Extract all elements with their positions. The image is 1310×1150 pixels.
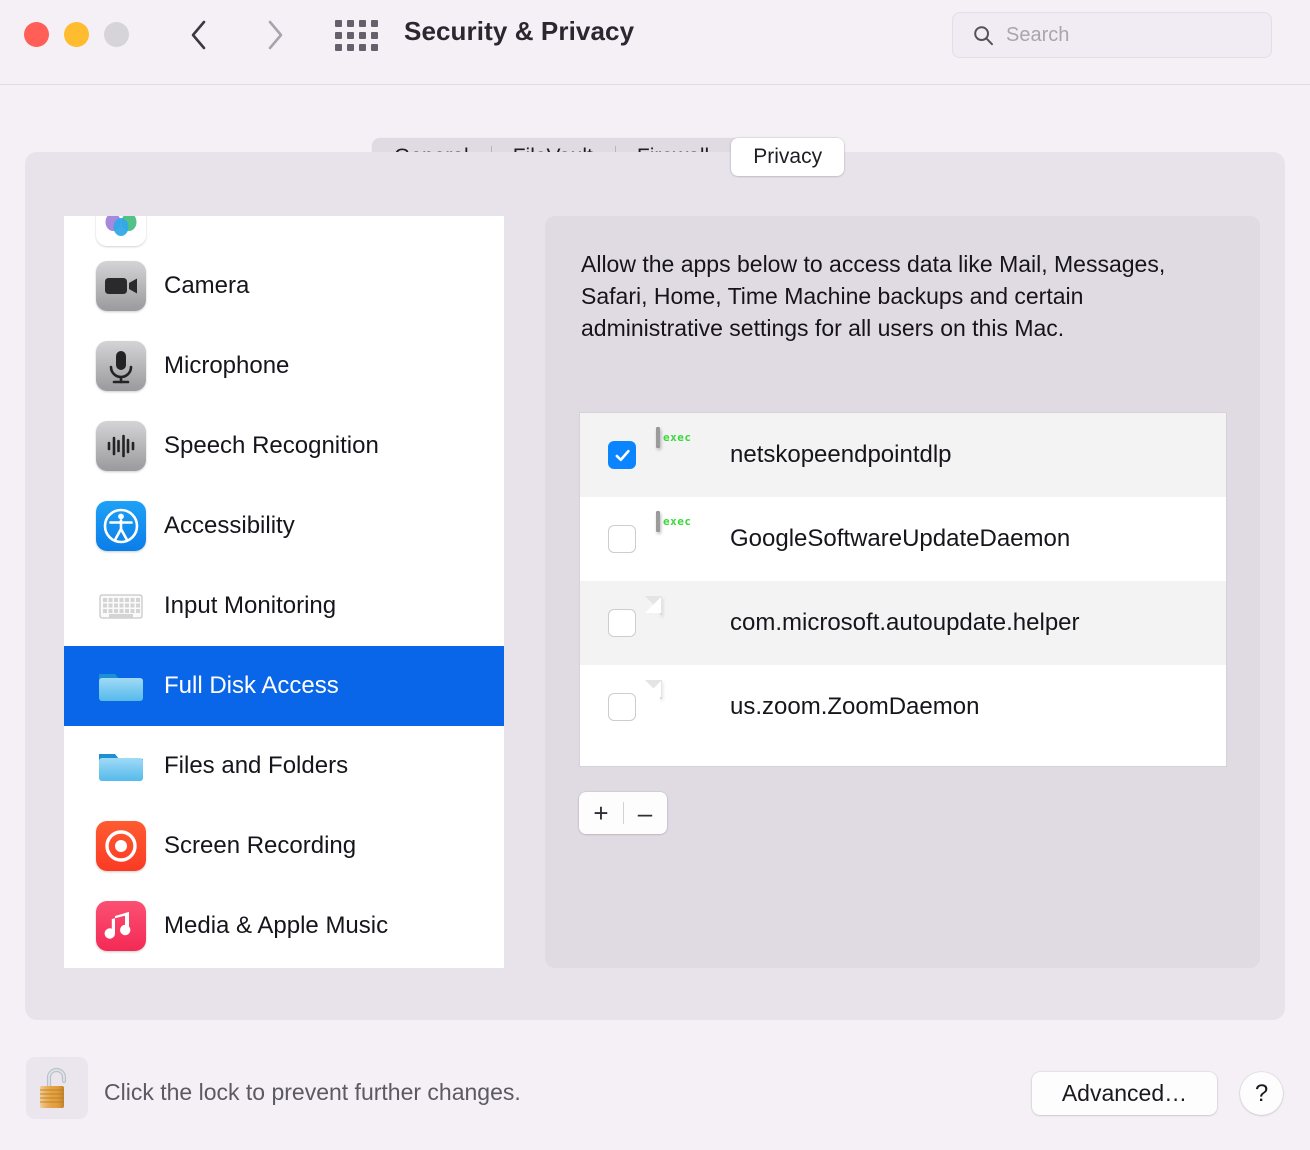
exec-icon-label: exec bbox=[663, 515, 692, 528]
search-field[interactable] bbox=[952, 12, 1272, 58]
sidebar-item-files-and-folders[interactable]: Files and Folders bbox=[64, 726, 504, 806]
app-name: us.zoom.ZoomDaemon bbox=[730, 693, 980, 720]
back-button[interactable] bbox=[175, 12, 221, 58]
search-icon bbox=[974, 25, 993, 45]
unlocked-padlock-icon bbox=[40, 1067, 67, 1108]
help-button[interactable]: ? bbox=[1240, 1072, 1283, 1115]
advanced-button[interactable]: Advanced… bbox=[1032, 1072, 1217, 1115]
sidebar-item-screen-recording[interactable]: Screen Recording bbox=[64, 806, 504, 886]
table-row[interactable]: exec netskopeendpointdlp bbox=[580, 413, 1226, 497]
sidebar-item-accessibility[interactable]: Accessibility bbox=[64, 486, 504, 566]
microphone-icon bbox=[96, 341, 146, 391]
privacy-pane: Camera Microphone Speech Recognition Acc… bbox=[25, 152, 1285, 1020]
screen-recording-icon bbox=[96, 821, 146, 871]
grid-icon bbox=[334, 19, 378, 51]
app-allow-checkbox[interactable] bbox=[608, 525, 636, 553]
sidebar-item-photos[interactable] bbox=[64, 216, 504, 246]
speech-recognition-icon bbox=[96, 421, 146, 471]
exec-icon-label: exec bbox=[663, 431, 692, 444]
app-name: GoogleSoftwareUpdateDaemon bbox=[730, 525, 1071, 552]
exec-icon: exec bbox=[656, 511, 708, 565]
photos-icon bbox=[96, 216, 146, 246]
minimize-window-button[interactable] bbox=[64, 22, 89, 47]
sidebar-item-label: Microphone bbox=[164, 352, 290, 379]
sidebar-item-media-apple-music[interactable]: Media & Apple Music bbox=[64, 886, 504, 966]
add-app-button[interactable]: + bbox=[579, 792, 623, 834]
close-window-button[interactable] bbox=[24, 22, 49, 47]
sidebar-item-label: Camera bbox=[164, 272, 250, 299]
sidebar-item-label: Media & Apple Music bbox=[164, 912, 389, 939]
sidebar-item-label: Speech Recognition bbox=[164, 432, 379, 459]
sidebar-item-camera[interactable]: Camera bbox=[64, 246, 504, 326]
table-row[interactable]: us.zoom.ZoomDaemon bbox=[580, 665, 1226, 749]
app-allow-checkbox[interactable] bbox=[608, 609, 636, 637]
keyboard-icon bbox=[96, 581, 146, 631]
sidebar-item-speech-recognition[interactable]: Speech Recognition bbox=[64, 406, 504, 486]
checkmark-icon bbox=[615, 449, 630, 461]
chevron-left-icon bbox=[191, 20, 205, 50]
window-title-bar: Security & Privacy bbox=[0, 0, 1310, 85]
generic-document-icon bbox=[656, 596, 708, 649]
window-title: Security & Privacy bbox=[404, 16, 635, 46]
table-row[interactable]: com.microsoft.autoupdate.helper bbox=[580, 581, 1226, 665]
accessibility-icon bbox=[96, 501, 146, 551]
forward-button[interactable] bbox=[252, 12, 298, 58]
generic-document-icon bbox=[656, 680, 708, 733]
app-allow-checkbox[interactable] bbox=[608, 693, 636, 721]
sidebar-item-input-monitoring[interactable]: Input Monitoring bbox=[64, 566, 504, 646]
sidebar-item-label: Screen Recording bbox=[164, 832, 357, 859]
music-note-icon bbox=[96, 901, 146, 951]
add-remove-button-group: + – bbox=[579, 792, 667, 834]
chevron-right-icon bbox=[268, 20, 282, 50]
app-name: netskopeendpointdlp bbox=[730, 441, 952, 468]
search-input[interactable] bbox=[1006, 23, 1259, 47]
camera-icon bbox=[96, 261, 146, 311]
allowed-apps-table[interactable]: exec netskopeendpointdlp exec GoogleSoft… bbox=[579, 412, 1227, 767]
app-name: com.microsoft.autoupdate.helper bbox=[730, 609, 1080, 636]
lock-button[interactable] bbox=[26, 1057, 88, 1119]
folder-icon bbox=[96, 741, 146, 791]
sidebar-item-label: Full Disk Access bbox=[164, 672, 339, 699]
sidebar-item-label: Accessibility bbox=[164, 512, 295, 539]
sidebar-item-microphone[interactable]: Microphone bbox=[64, 326, 504, 406]
remove-app-button[interactable]: – bbox=[623, 792, 667, 834]
traffic-light-group bbox=[24, 22, 129, 47]
lock-status-message: Click the lock to prevent further change… bbox=[104, 1079, 521, 1105]
privacy-category-list[interactable]: Camera Microphone Speech Recognition Acc… bbox=[64, 216, 504, 968]
app-allow-checkbox[interactable] bbox=[608, 441, 636, 469]
show-all-preferences-button[interactable] bbox=[330, 16, 382, 54]
tab-privacy[interactable]: Privacy bbox=[731, 138, 845, 176]
exec-icon: exec bbox=[656, 427, 708, 481]
zoom-window-button[interactable] bbox=[104, 22, 129, 47]
sidebar-item-label: Files and Folders bbox=[164, 752, 349, 779]
sidebar-item-full-disk-access[interactable]: Full Disk Access bbox=[64, 646, 504, 726]
permission-description: Allow the apps below to access data like… bbox=[581, 251, 1166, 341]
folder-icon bbox=[96, 661, 146, 711]
full-disk-access-detail: Allow the apps below to access data like… bbox=[545, 216, 1260, 968]
table-row[interactable]: exec GoogleSoftwareUpdateDaemon bbox=[580, 497, 1226, 581]
sidebar-item-label: Input Monitoring bbox=[164, 592, 337, 619]
